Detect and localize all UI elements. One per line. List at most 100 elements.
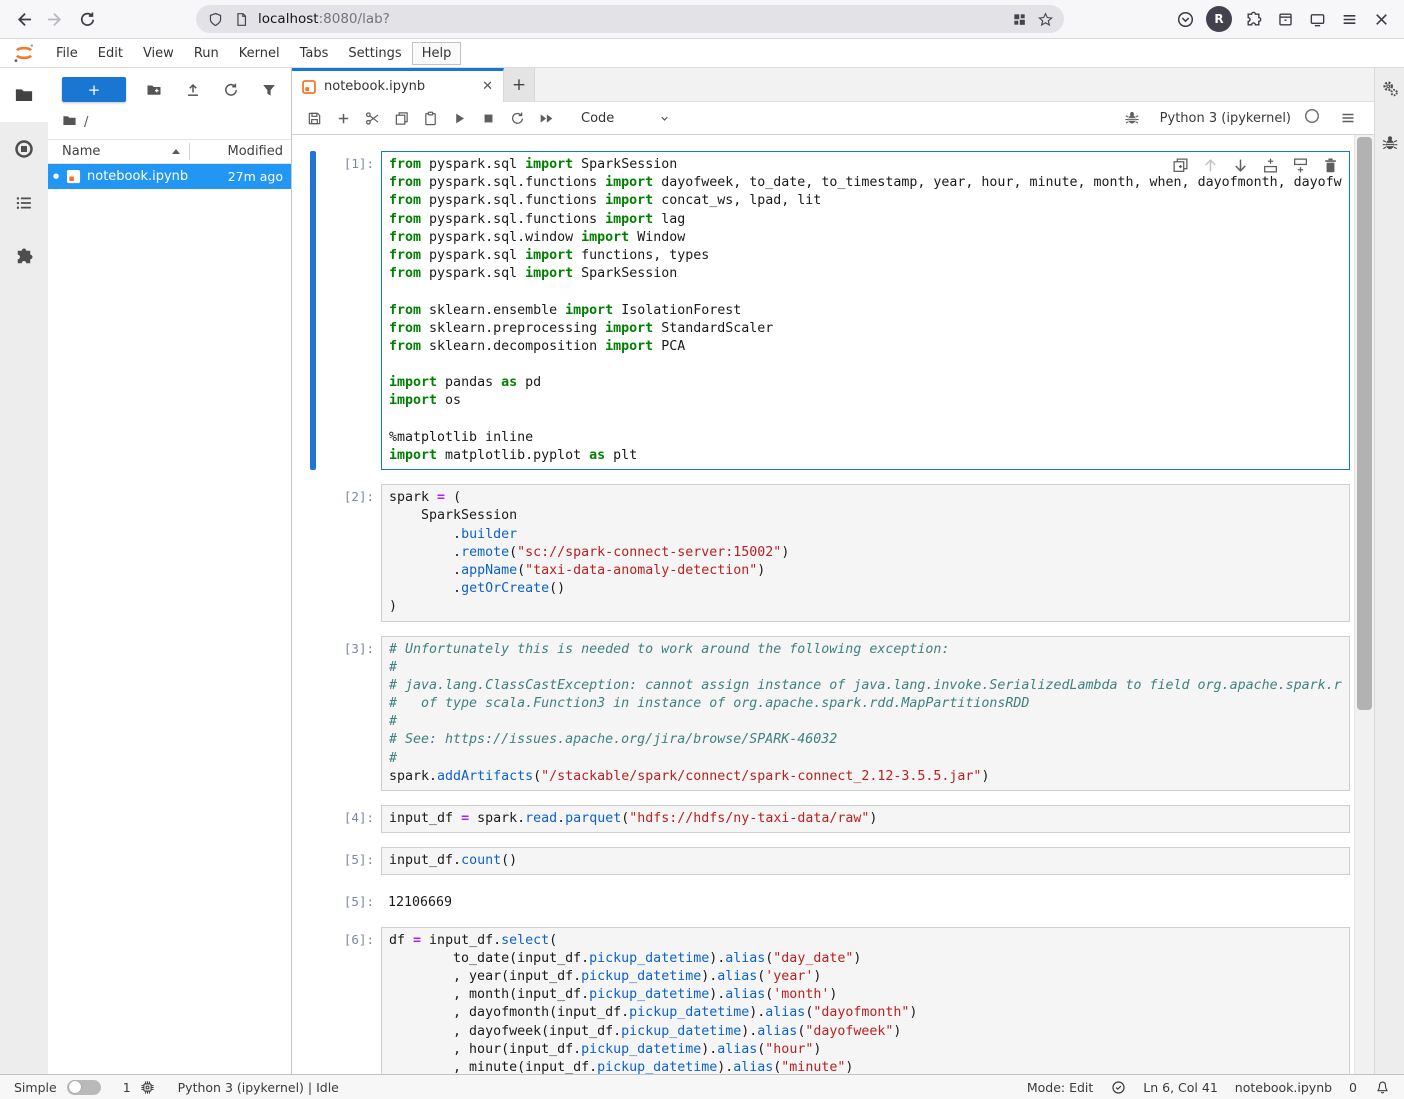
code-line: from pyspark.sql.window import Window — [389, 229, 1342, 247]
menu-run[interactable]: Run — [184, 42, 229, 65]
tab-notebook[interactable]: notebook.ipynb ✕ — [292, 68, 504, 102]
account-avatar[interactable]: R — [1206, 6, 1232, 32]
filter-icon[interactable] — [259, 80, 279, 100]
cell-type-select[interactable]: Code — [581, 111, 671, 126]
grid-icon[interactable] — [1010, 10, 1028, 28]
back-icon[interactable] — [8, 5, 38, 33]
save-icon[interactable] — [300, 105, 329, 131]
code-line: , minute(input_df.pickup_datetime).alias… — [389, 1059, 1342, 1074]
menu-settings[interactable]: Settings — [338, 42, 411, 65]
notebook-file-icon — [66, 169, 81, 184]
input-prompt: [4]: — [316, 805, 381, 833]
notebook-toolbar: Code Python 3 (ipykernel) — [292, 102, 1374, 135]
mode-indicator: Mode: Edit — [1027, 1080, 1093, 1095]
code-cell: [2]:spark = ( SparkSession .builder .rem… — [310, 484, 1350, 621]
browser-toolbar: localhost:8080/lab? R — [0, 0, 1404, 39]
stop-icon[interactable] — [474, 105, 503, 131]
extension-manager-icon[interactable] — [0, 230, 48, 284]
menu-file[interactable]: File — [46, 42, 88, 65]
code-line: .builder — [389, 526, 1342, 544]
running-kernels-icon[interactable] — [0, 122, 48, 176]
cell-editor[interactable]: input_df.count() — [381, 847, 1350, 875]
cursor-position[interactable]: Ln 6, Col 41 — [1143, 1080, 1218, 1095]
pocket-icon[interactable] — [1170, 5, 1200, 33]
reload-icon[interactable] — [72, 5, 102, 33]
code-line: , dayofmonth(input_df.pickup_datetime).a… — [389, 1004, 1342, 1022]
sidebar-icon[interactable] — [1302, 5, 1332, 33]
debugger-bug-icon[interactable] — [1118, 105, 1147, 131]
code-line: from pyspark.sql.functions import concat… — [389, 192, 1342, 210]
url-bar[interactable]: localhost:8080/lab? — [196, 5, 1064, 33]
move-up-icon[interactable] — [1202, 157, 1219, 174]
file-browser-tab-icon[interactable] — [0, 68, 48, 122]
library-icon[interactable] — [1270, 5, 1300, 33]
extensions-puzzle-icon[interactable] — [1238, 5, 1268, 33]
paste-icon[interactable] — [416, 105, 445, 131]
run-icon[interactable] — [445, 105, 474, 131]
breadcrumb[interactable]: / — [48, 108, 291, 139]
duplicate-cell-icon[interactable] — [1172, 157, 1189, 174]
page-info-icon[interactable] — [232, 10, 250, 28]
upload-icon[interactable] — [183, 80, 203, 100]
column-name[interactable]: Name — [62, 144, 100, 159]
code-line: from sklearn.decomposition import PCA — [389, 338, 1342, 356]
code-line: # of type scala.Function3 in instance of… — [389, 695, 1342, 713]
cell-editor[interactable]: input_df = spark.read.parquet("hdfs://hd… — [381, 805, 1350, 833]
property-inspector-gears-icon[interactable] — [1381, 80, 1399, 98]
column-modified[interactable]: Modified — [199, 144, 283, 159]
code-line: ) — [389, 598, 1342, 616]
kernel-status-icon[interactable] — [1304, 108, 1320, 128]
new-folder-icon[interactable] — [144, 80, 164, 100]
notebook-panel: notebook.ipynb ✕ + — [292, 68, 1374, 1074]
input-prompt: [6]: — [316, 927, 381, 1074]
kernel-name[interactable]: Python 3 (ipykernel) — [1160, 111, 1291, 126]
breadcrumb-root[interactable]: / — [84, 115, 88, 130]
menu-help[interactable]: Help — [412, 42, 462, 65]
insert-above-icon[interactable] — [1262, 157, 1279, 174]
cell-editor[interactable]: spark = ( SparkSession .builder .remote(… — [381, 484, 1350, 621]
input-prompt: [3]: — [316, 636, 381, 792]
kernel-count[interactable]: 1 — [123, 1080, 131, 1095]
output-area[interactable]: 12106669 — [381, 889, 1350, 912]
delete-cell-icon[interactable] — [1322, 157, 1339, 174]
bookmark-star-icon[interactable] — [1036, 10, 1054, 28]
code-line — [389, 283, 1342, 301]
menu-tabs[interactable]: Tabs — [290, 42, 339, 65]
refresh-icon[interactable] — [221, 80, 241, 100]
statusbar-filename: notebook.ipynb — [1235, 1080, 1332, 1095]
app-menu-icon[interactable] — [1334, 5, 1364, 33]
menu-view[interactable]: View — [133, 42, 184, 65]
new-tab-button[interactable]: + — [504, 68, 535, 101]
trusted-icon — [1110, 1079, 1126, 1095]
notification-count[interactable]: 0 — [1349, 1080, 1357, 1095]
tab-close-icon[interactable]: ✕ — [482, 79, 493, 94]
simple-mode-toggle[interactable] — [67, 1080, 101, 1095]
run-all-icon[interactable] — [532, 105, 561, 131]
cell-editor[interactable]: from pyspark.sql import SparkSessionfrom… — [381, 151, 1350, 470]
toc-icon[interactable] — [0, 176, 48, 230]
add-cell-icon[interactable] — [329, 105, 358, 131]
new-launcher-button[interactable]: + — [62, 77, 126, 102]
bell-icon[interactable] — [1374, 1079, 1390, 1095]
debugger-sidebar-bug-icon[interactable] — [1381, 134, 1399, 152]
close-window-icon[interactable] — [1366, 5, 1396, 33]
file-row[interactable]: ●notebook.ipynb27m ago — [48, 164, 291, 189]
chevron-down-icon — [658, 112, 671, 125]
restart-icon[interactable] — [503, 105, 532, 131]
menu-kernel[interactable]: Kernel — [229, 42, 290, 65]
cell-editor[interactable]: # Unfortunately this is needed to work a… — [381, 636, 1350, 792]
kernel-status-text[interactable]: Python 3 (ipykernel) | Idle — [178, 1080, 339, 1095]
cut-icon[interactable] — [358, 105, 387, 131]
cell-output: [5]:12106669 — [310, 889, 1350, 912]
scrollbar-thumb[interactable] — [1357, 137, 1372, 710]
scrollbar[interactable] — [1354, 135, 1374, 1074]
insert-below-icon[interactable] — [1292, 157, 1309, 174]
move-down-icon[interactable] — [1232, 157, 1249, 174]
forward-icon[interactable] — [40, 5, 70, 33]
copy-icon[interactable] — [387, 105, 416, 131]
menu-edit[interactable]: Edit — [88, 42, 133, 65]
toolbar-menu-icon[interactable] — [1333, 105, 1362, 131]
input-prompt: [1]: — [316, 151, 381, 470]
url-path: :8080/lab? — [319, 11, 390, 27]
cell-editor[interactable]: df = input_df.select( to_date(input_df.p… — [381, 927, 1350, 1074]
